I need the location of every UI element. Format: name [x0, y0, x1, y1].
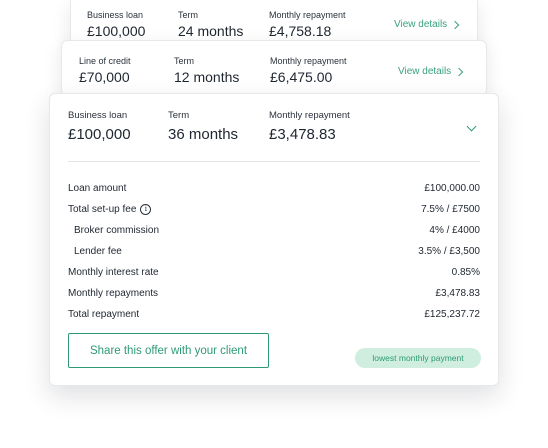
- term-label: Term: [168, 110, 190, 121]
- chevron-down-icon[interactable]: [466, 121, 477, 132]
- row-label: Lender fee: [74, 246, 122, 257]
- repayment-label: Monthly repayment: [269, 110, 350, 121]
- repayment-value: £4,758.18: [269, 23, 332, 39]
- product-column: Business loan £100,000: [68, 110, 131, 143]
- repayment-label: Monthly repayment: [269, 10, 346, 20]
- term-column: Term 36 months: [168, 110, 238, 143]
- view-details-link[interactable]: View details: [398, 66, 464, 77]
- breakdown-row-monthly-repayments: Monthly repayments £3,478.83: [68, 283, 480, 304]
- product-column: Line of credit £70,000: [79, 56, 131, 85]
- row-value: £3,478.83: [435, 288, 481, 299]
- product-value: £100,000: [87, 23, 146, 39]
- breakdown-row-interest-rate: Monthly interest rate 0.85%: [68, 262, 480, 283]
- product-value: £100,000: [68, 126, 131, 143]
- row-label: Broker commission: [74, 225, 160, 236]
- offer-card-expanded: Business loan £100,000 Term 36 months Mo…: [49, 93, 499, 386]
- term-value: 12 months: [174, 69, 240, 85]
- lowest-payment-badge: lowest monthly payment: [355, 348, 481, 368]
- product-value: £70,000: [79, 69, 130, 85]
- repayment-label: Monthly repayment: [270, 56, 347, 66]
- row-label: Loan amount: [68, 183, 127, 194]
- row-value: £125,237.72: [424, 309, 480, 320]
- divider: [68, 161, 480, 162]
- breakdown-row-broker-commission: Broker commission 4% / £4000: [68, 220, 480, 241]
- row-label: Total repayment: [68, 309, 140, 320]
- breakdown-row-setup-fee: Total set-up fee i 7.5% / £7500: [68, 199, 480, 220]
- row-label-group: Total set-up fee i: [68, 204, 152, 215]
- repayment-value: £6,475.00: [270, 69, 333, 85]
- info-icon[interactable]: i: [140, 204, 152, 215]
- row-label: Monthly repayments: [68, 288, 159, 299]
- row-value: 4% / £4000: [429, 225, 480, 236]
- breakdown-row-lender-fee: Lender fee 3.5% / £3,500: [68, 241, 480, 262]
- view-details-label: View details: [398, 66, 452, 77]
- product-label: Business loan: [68, 110, 128, 121]
- repayment-value: £3,478.83: [269, 126, 336, 143]
- row-value: 7.5% / £7500: [421, 204, 480, 215]
- chevron-right-icon: [454, 67, 464, 76]
- term-label: Term: [178, 10, 198, 20]
- breakdown-list: Loan amount £100,000.00 Total set-up fee…: [68, 178, 480, 325]
- product-label: Business loan: [87, 10, 144, 20]
- term-label: Term: [174, 56, 194, 66]
- product-label: Line of credit: [79, 56, 131, 66]
- term-value: 36 months: [168, 126, 239, 143]
- term-value: 24 months: [178, 23, 244, 39]
- chevron-right-icon: [450, 20, 460, 29]
- term-column: Term 24 months: [178, 10, 243, 39]
- row-value: 3.5% / £3,500: [418, 246, 480, 257]
- breakdown-row-loan-amount: Loan amount £100,000.00: [68, 178, 480, 199]
- share-offer-button[interactable]: Share this offer with your client: [68, 333, 269, 368]
- product-column: Business loan £100,000: [87, 10, 145, 39]
- repayment-column: Monthly repayment £4,758.18: [269, 10, 346, 39]
- breakdown-row-total-repayment: Total repayment £125,237.72: [68, 304, 480, 325]
- repayment-column: Monthly repayment £3,478.83: [269, 110, 350, 143]
- term-column: Term 12 months: [174, 56, 239, 85]
- row-label: Total set-up fee: [68, 204, 137, 215]
- row-value: 0.85%: [451, 267, 480, 278]
- offer-card-2: Line of credit £70,000 Term 12 months Mo…: [61, 40, 487, 96]
- view-details-label: View details: [394, 19, 448, 30]
- row-value: £100,000.00: [424, 183, 480, 194]
- repayment-column: Monthly repayment £6,475.00: [270, 56, 347, 85]
- view-details-link[interactable]: View details: [394, 19, 460, 30]
- row-label: Monthly interest rate: [68, 267, 159, 278]
